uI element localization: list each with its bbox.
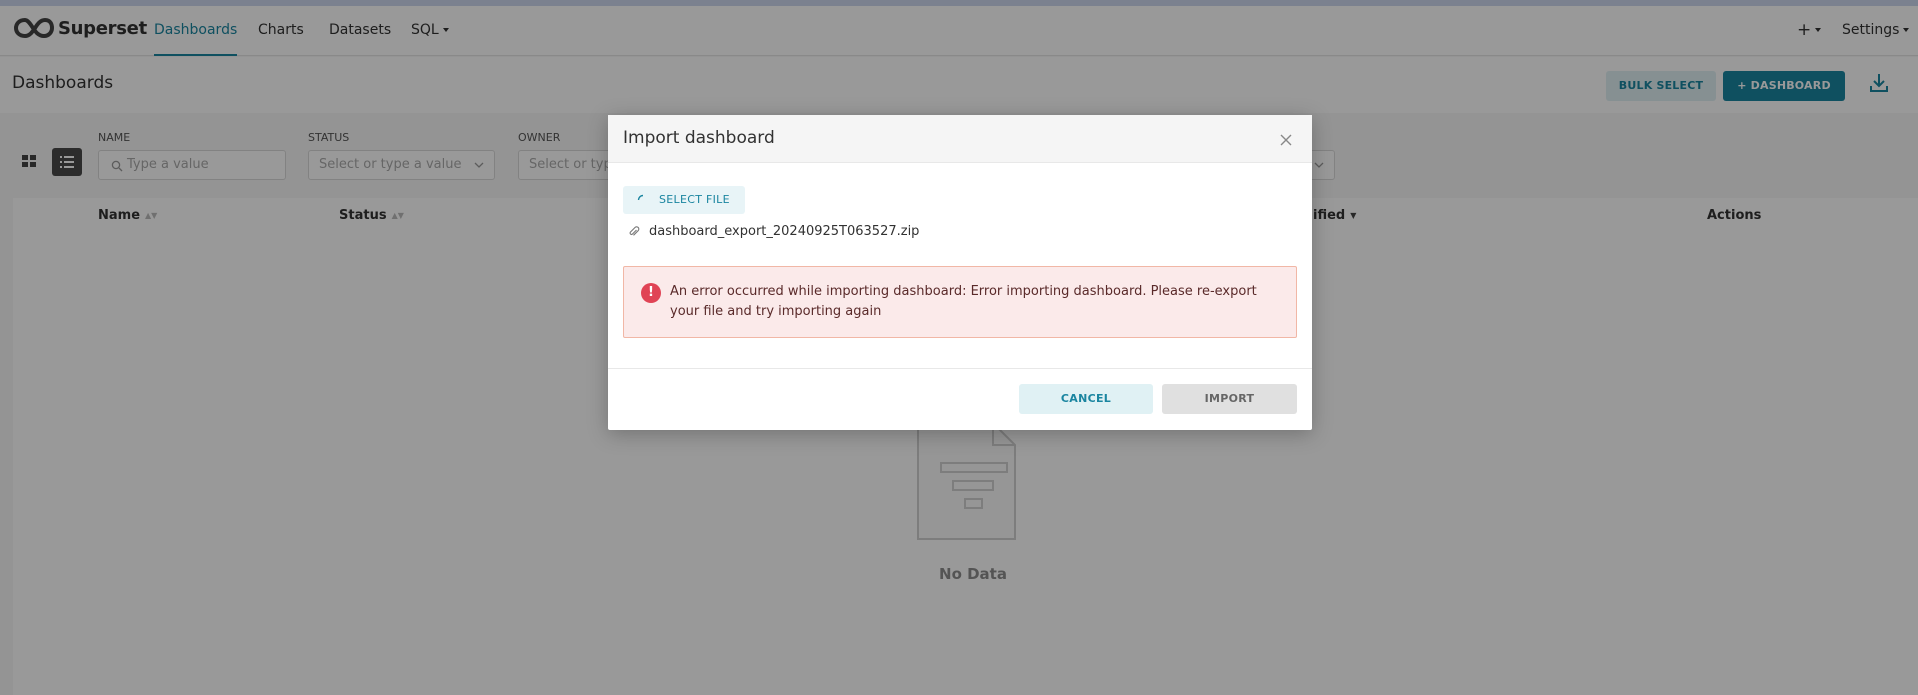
import-button[interactable]: IMPORT	[1162, 384, 1297, 414]
loading-spinner-icon	[637, 194, 644, 201]
import-dashboard-modal: Import dashboard SELECT FILE dashboard_e…	[608, 115, 1312, 430]
file-name: dashboard_export_20240925T063527.zip	[649, 224, 920, 239]
uploaded-file-item[interactable]: dashboard_export_20240925T063527.zip	[628, 224, 919, 239]
select-file-button[interactable]: SELECT FILE	[623, 186, 745, 214]
error-alert: ! An error occurred while importing dash…	[623, 266, 1297, 338]
paperclip-icon	[629, 225, 640, 236]
cancel-button[interactable]: CANCEL	[1019, 384, 1153, 414]
modal-title: Import dashboard	[623, 128, 775, 148]
modal-header: Import dashboard	[608, 115, 1312, 163]
modal-footer: CANCEL IMPORT	[608, 368, 1312, 430]
error-message: An error occurred while importing dashbo…	[670, 284, 1257, 319]
select-file-label: SELECT FILE	[659, 193, 730, 206]
close-icon[interactable]	[1279, 133, 1293, 147]
error-icon: !	[641, 283, 661, 303]
